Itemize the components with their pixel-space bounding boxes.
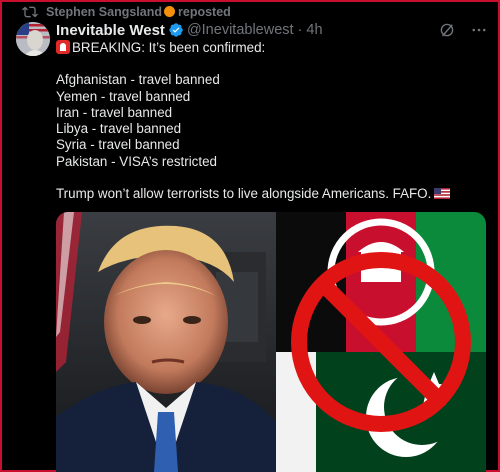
post-closing-line: Trump won’t allow terrorists to live alo… [56,186,486,202]
post-media-image[interactable] [56,212,486,472]
author-handle[interactable]: @Inevitablewest [187,22,294,38]
post-closing: Trump won’t allow terrorists to live alo… [56,186,432,202]
author-avatar[interactable] [16,22,50,56]
author-name[interactable]: Inevitable West [56,22,165,39]
post-headline: BREAKING: It’s been confirmed: [72,40,266,55]
post-text: BREAKING: It’s been confirmed: Afghanist… [56,40,486,202]
post-header: Inevitable West @Inevitablewest · 4h [56,19,488,41]
post-headline-line: BREAKING: It’s been confirmed: [56,40,486,56]
orange-dot-emoji [164,6,175,17]
grok-icon[interactable] [438,21,456,39]
us-flag-emoji [434,188,451,200]
ban-line: Libya - travel banned [56,121,182,137]
ban-line: Iran - travel banned [56,104,173,120]
ban-line: Afghanistan - travel banned [56,72,220,88]
siren-emoji [56,40,70,54]
verified-badge-icon [169,23,183,37]
reposter-name[interactable]: Stephen Sangsland [46,5,162,19]
header-separator: · [297,22,303,38]
repost-icon [22,6,38,18]
repost-suffix: reposted [178,5,231,19]
ban-line: Pakistan - VISA’s restricted [56,153,217,169]
post-timestamp[interactable]: 4h [306,22,322,38]
more-options-icon[interactable] [470,21,488,39]
ban-line: Syria - travel banned [56,137,180,153]
ban-line: Yemen - travel banned [56,88,191,104]
